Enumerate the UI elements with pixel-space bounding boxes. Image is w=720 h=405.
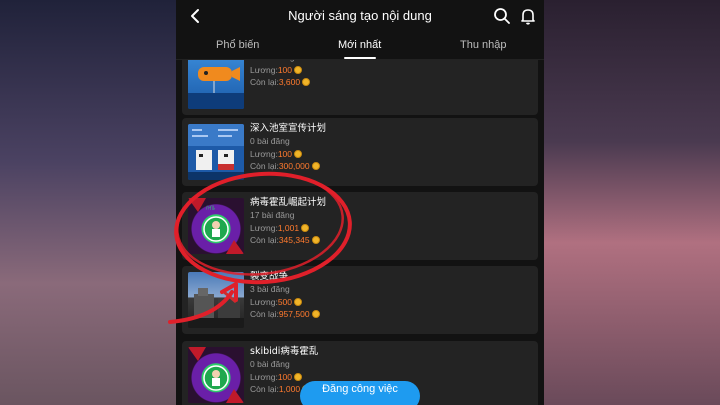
tab-newest[interactable]: Mới nhất	[338, 39, 381, 51]
remaining-value: 3,600	[278, 77, 301, 87]
remaining-value: 957,500	[278, 309, 310, 319]
item-remaining: Còn lại:300,000	[250, 160, 326, 173]
thumbnail: ﾊｲﾙ	[188, 198, 244, 254]
item-posts: 0 bài đăng	[250, 359, 290, 369]
remaining-value: 300,000	[278, 161, 310, 171]
item-name: skibidi病毒霍乱	[250, 346, 319, 357]
coin-icon	[294, 297, 302, 306]
item-salary: Lương:100	[250, 64, 310, 77]
remaining-label: Còn lại:	[250, 235, 279, 245]
coin-icon	[311, 310, 320, 318]
item-remaining: Còn lại:3,600	[250, 76, 311, 89]
item-posts: 0 bài đăng	[250, 136, 290, 146]
remaining-value: 345,345	[278, 235, 310, 245]
item-info: 裂变战争 3 bài đăng Lương:500 Còn lại:957,50…	[250, 270, 320, 321]
search-icon[interactable]	[492, 6, 512, 26]
item-remaining: Còn lại:345,345	[250, 234, 326, 247]
item-name: 裂变战争	[250, 271, 289, 282]
tab-income[interactable]: Thu nhập	[460, 39, 506, 51]
list-item[interactable]: ﾊｲﾙ 病毒霍乱崛起计划 17 bài đăng Lương:1,001 Còn…	[182, 192, 538, 260]
item-remaining: Còn lại:957,500	[250, 308, 320, 321]
tab-bar: Phổ biến Mới nhất Thu nhập	[176, 32, 544, 60]
thumbnail	[188, 53, 244, 109]
coin-icon	[301, 223, 310, 232]
page-title: Người sáng tạo nội dung	[288, 8, 432, 23]
salary-value: 500	[277, 296, 292, 307]
item-name: 病毒霍乱崛起计划	[250, 197, 327, 208]
remaining-label: Còn lại:	[250, 77, 279, 87]
item-posts: 17 bài đăng	[250, 210, 295, 220]
svg-text:ﾊｲﾙ: ﾊｲﾙ	[206, 205, 215, 212]
salary-value: 100	[277, 64, 292, 75]
remaining-label: Còn lại:	[250, 384, 279, 394]
item-info: 病毒霍乱崛起计划 17 bài đăng Lương:1,001 Còn lại…	[250, 196, 326, 247]
salary-label: Lương:	[250, 371, 278, 382]
item-posts: 3 bài đăng	[250, 284, 290, 294]
salary-label: Lương:	[250, 296, 278, 307]
item-salary: Lương:1,001	[250, 222, 326, 235]
top-bar: Người sáng tạo nội dung	[176, 0, 544, 32]
coin-icon	[294, 65, 302, 74]
item-name: 深入池室宣传计划	[250, 123, 327, 134]
list-item[interactable]: 深入池室宣传计划 0 bài đăng Lương:100 Còn lại:30…	[182, 118, 538, 186]
salary-label: Lương:	[250, 64, 278, 75]
coin-icon	[311, 236, 320, 244]
bell-icon[interactable]	[518, 6, 538, 26]
background-right	[544, 0, 720, 405]
item-info: 深入池室宣传计划 0 bài đăng Lương:100 Còn lại:30…	[250, 122, 326, 173]
remaining-value: 1,000	[278, 384, 301, 394]
remaining-label: Còn lại:	[250, 161, 279, 171]
thumbnail	[188, 124, 244, 180]
salary-value: 100	[277, 371, 292, 382]
tab-popular[interactable]: Phổ biến	[216, 39, 259, 51]
post-job-button[interactable]: Đăng công việc	[300, 381, 420, 405]
item-salary: Lương:100	[250, 148, 326, 161]
coin-icon	[294, 372, 302, 381]
phone-screen: Người sáng tạo nội dung Phổ biến Mới nhấ…	[176, 0, 544, 405]
thumbnail	[188, 272, 244, 328]
thumbnail	[188, 347, 244, 403]
salary-value: 100	[277, 148, 292, 159]
remaining-label: Còn lại:	[250, 309, 279, 319]
coin-icon	[302, 78, 311, 86]
coin-icon	[294, 149, 302, 158]
background-left	[0, 0, 176, 405]
list-item[interactable]: 裂变战争 3 bài đăng Lương:500 Còn lại:957,50…	[182, 266, 538, 334]
salary-label: Lương:	[250, 222, 278, 233]
coin-icon	[311, 162, 320, 170]
salary-value: 1,001	[277, 222, 300, 233]
item-salary: Lương:500	[250, 296, 320, 309]
salary-label: Lương:	[250, 148, 278, 159]
active-tab-indicator	[344, 57, 376, 59]
item-salary: Lương:100	[250, 371, 318, 384]
